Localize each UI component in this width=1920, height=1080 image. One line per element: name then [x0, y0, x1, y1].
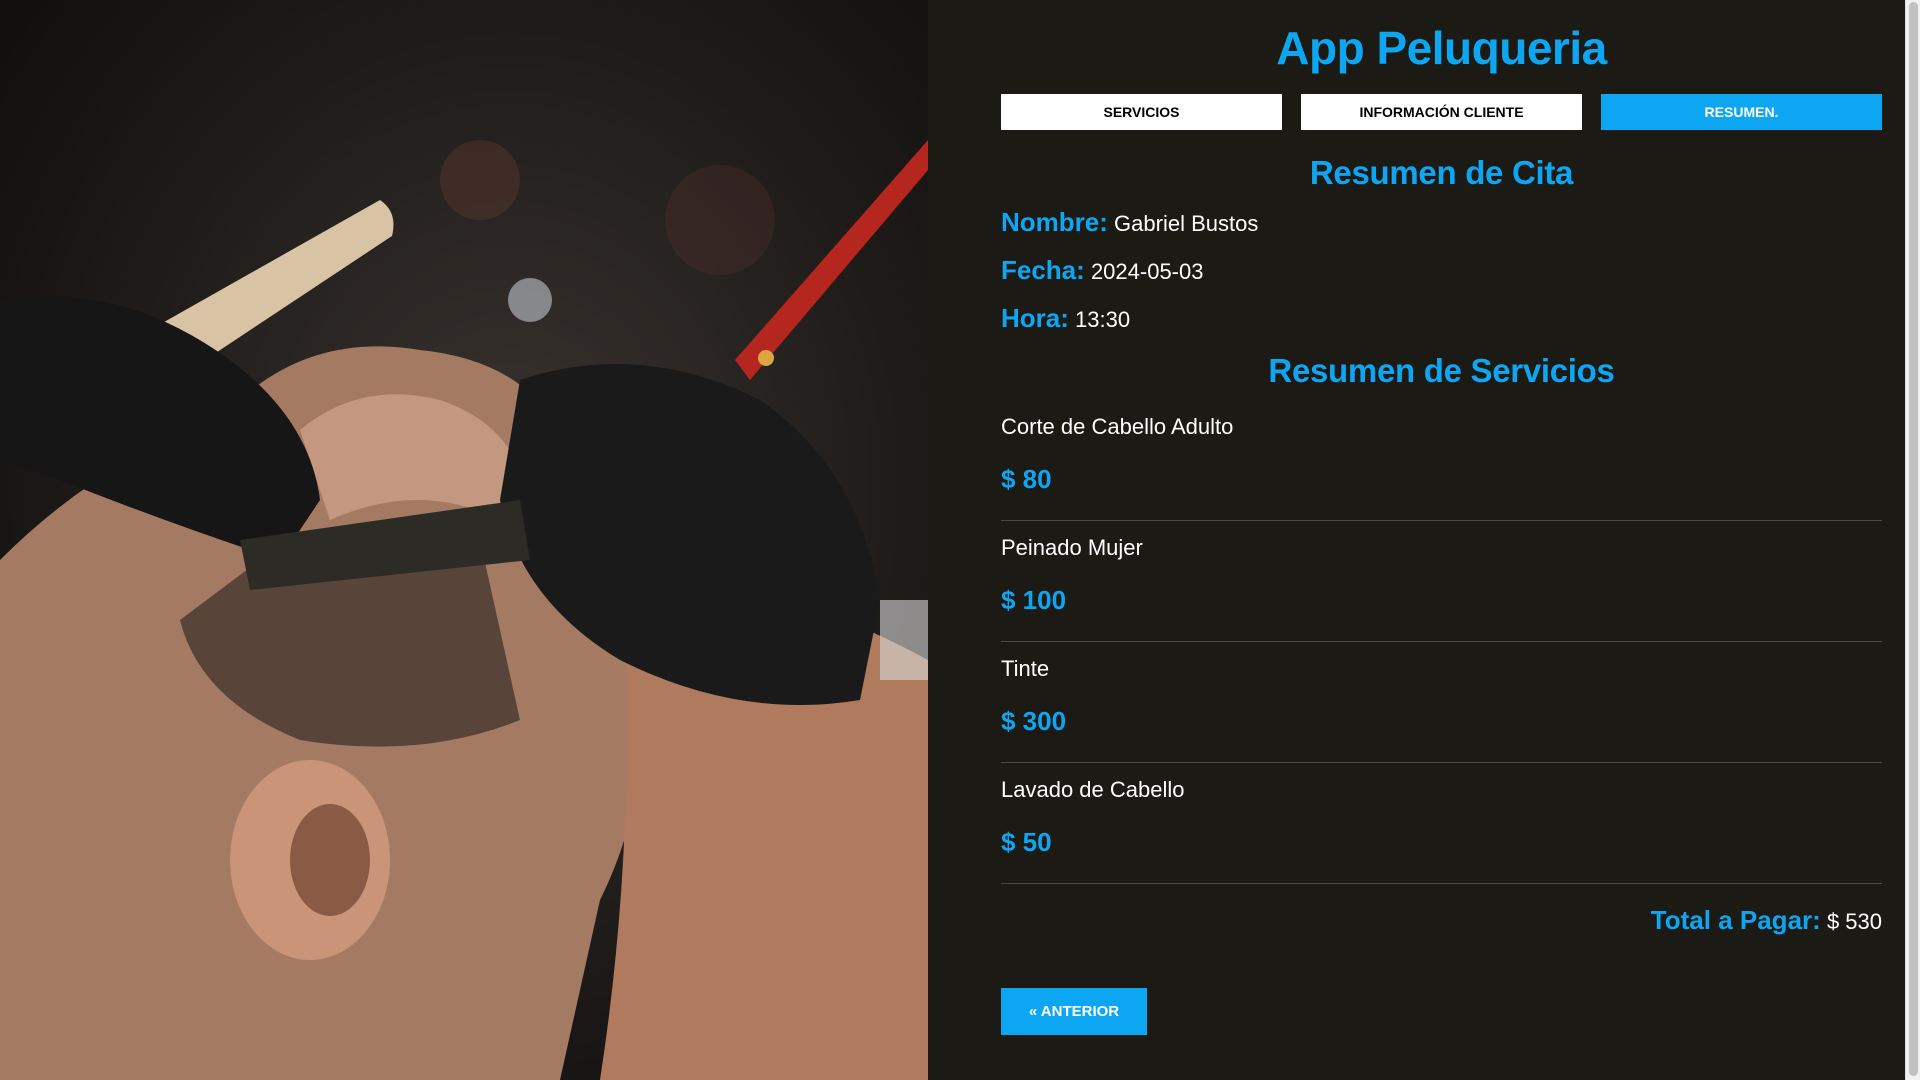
fecha-label: Fecha:	[1001, 255, 1085, 285]
service-name: Lavado de Cabello	[1001, 777, 1185, 802]
service-price: $ 50	[1001, 827, 1052, 857]
resumen-cita-heading: Resumen de Cita	[1309, 154, 1574, 191]
nombre-value: Gabriel Bustos	[1114, 211, 1259, 236]
service-name: Peinado Mujer	[1001, 535, 1143, 560]
total-label: Total a Pagar:	[1650, 905, 1821, 935]
hora-row: Hora: 13:30	[1001, 300, 1882, 336]
fecha-row: Fecha: 2024-05-03	[1001, 252, 1882, 288]
service-item: Lavado de Cabello $ 50	[1001, 763, 1882, 884]
app-panel: App Peluqueria Servicios Información Cli…	[928, 0, 1905, 1080]
service-name: Corte de Cabello Adulto	[1001, 414, 1234, 439]
service-item: Peinado Mujer $ 100	[1001, 521, 1882, 642]
hero-photo	[0, 0, 928, 1080]
total-row: Total a Pagar: $ 530	[1001, 902, 1882, 938]
hora-label: Hora:	[1001, 303, 1069, 333]
nombre-label: Nombre:	[1001, 207, 1108, 237]
tab-informacion-cliente[interactable]: Información Cliente	[1301, 94, 1582, 130]
fecha-value: 2024-05-03	[1090, 259, 1204, 284]
total-value: $ 530	[1826, 909, 1882, 934]
scrollbar-thumb[interactable]	[1909, 2, 1918, 1076]
service-item: Tinte $ 300	[1001, 642, 1882, 763]
hora-value: 13:30	[1075, 307, 1131, 332]
service-item: Corte de Cabello Adulto $ 80	[1001, 400, 1882, 521]
anterior-button[interactable]: « Anterior	[1001, 988, 1147, 1035]
service-price: $ 100	[1001, 585, 1067, 615]
step-tabs: Servicios Información Cliente Resumen.	[1001, 94, 1882, 130]
barber-shaving-illustration	[0, 140, 928, 1080]
service-name: Tinte	[1001, 656, 1050, 681]
nombre-row: Nombre: Gabriel Bustos	[1001, 204, 1882, 240]
app-title: App Peluqueria	[1276, 22, 1607, 74]
resumen-servicios-heading: Resumen de Servicios	[1268, 352, 1615, 389]
tab-resumen[interactable]: Resumen.	[1601, 94, 1882, 130]
service-price: $ 300	[1001, 706, 1067, 736]
tab-servicios[interactable]: Servicios	[1001, 94, 1282, 130]
service-price: $ 80	[1001, 464, 1052, 494]
vertical-scrollbar[interactable]	[1905, 0, 1920, 1080]
